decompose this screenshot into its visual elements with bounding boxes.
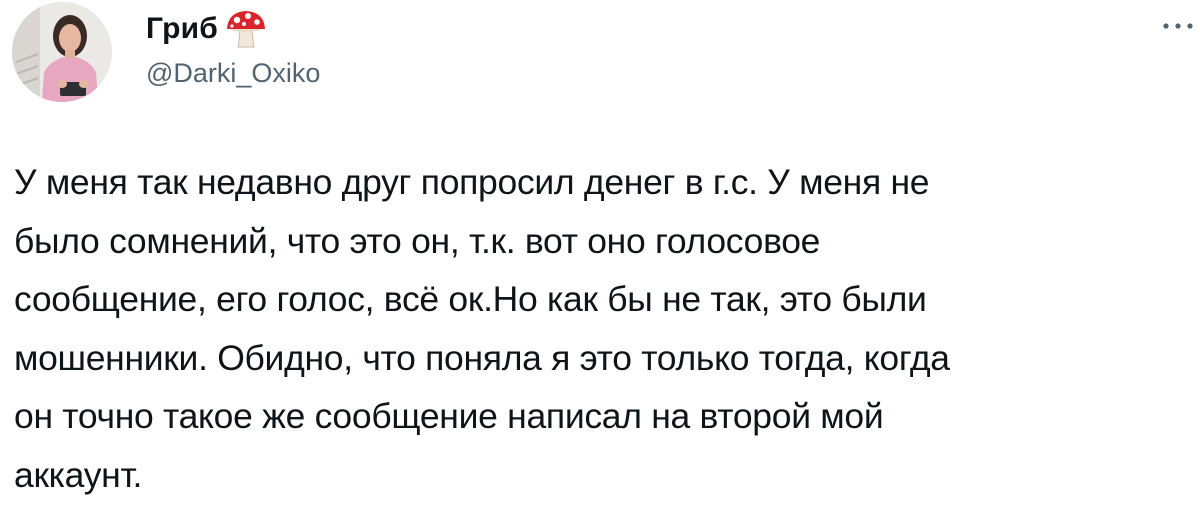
more-button[interactable] bbox=[1156, 14, 1196, 38]
tweet-card: Гриб @Darki_Oxiko У меня так недавно дру… bbox=[0, 0, 1200, 513]
mushroom-icon bbox=[224, 9, 268, 49]
tweet-text: У меня так недавно друг попросил денег в… bbox=[14, 162, 950, 495]
display-name: Гриб bbox=[146, 12, 218, 45]
display-name-link[interactable]: Гриб bbox=[146, 6, 320, 52]
handle-link[interactable]: @Darki_Oxiko bbox=[146, 58, 320, 89]
user-info: Гриб @Darki_Oxiko bbox=[146, 6, 320, 89]
avatar-photo bbox=[12, 2, 112, 102]
more-horizontal-icon bbox=[1163, 23, 1193, 29]
avatar[interactable] bbox=[12, 2, 112, 102]
